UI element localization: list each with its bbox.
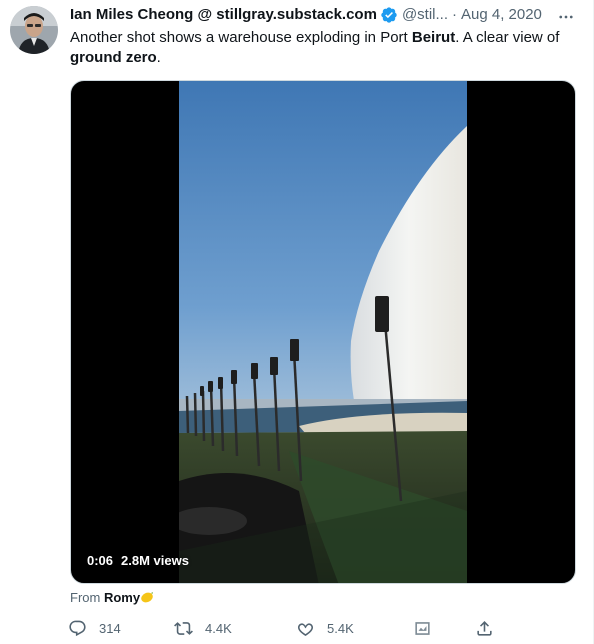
tweet-text: Another shot shows a warehouse exploding… — [70, 28, 570, 68]
share-icon — [475, 619, 494, 638]
like-button[interactable]: 5.4K — [296, 617, 354, 639]
tweet-header: Ian Miles Cheong @ stillgray.substack.co… — [70, 5, 542, 25]
tweet-text-part: Another shot shows a warehouse exploding… — [70, 29, 412, 46]
retweet-count: 4.4K — [205, 620, 232, 636]
author-display-name[interactable]: Ian Miles Cheong @ stillgray.substack.co… — [70, 5, 377, 25]
video-frame[interactable] — [179, 81, 467, 583]
tweet-card[interactable]: Ian Miles Cheong @ stillgray.substack.co… — [0, 0, 594, 644]
retweet-icon — [174, 619, 193, 638]
attribution-prefix: From — [70, 590, 101, 605]
tweet-text-bold: Beirut — [411, 29, 456, 46]
video-meta: 0:06 2.8M views — [87, 553, 189, 568]
video-views: 2.8M views — [121, 553, 189, 568]
verified-badge-icon — [380, 6, 398, 24]
video-duration: 0:06 — [87, 553, 114, 568]
tweet-date[interactable]: Aug 4, 2020 — [461, 5, 542, 25]
author-handle[interactable]: @stil... — [402, 5, 448, 25]
heart-icon — [296, 619, 315, 638]
lemon-icon — [140, 591, 154, 603]
attribution-user[interactable]: Romy — [104, 590, 140, 605]
more-options-icon[interactable] — [556, 7, 576, 27]
activity-chart-icon — [413, 619, 432, 638]
video-player[interactable]: 0:06 2.8M views — [70, 80, 576, 584]
tweet-text-part: . A clear view of — [455, 29, 560, 46]
tweet-text-bold: ground zero — [70, 49, 157, 66]
tweet-text-part: . — [156, 49, 161, 66]
reply-icon — [68, 619, 87, 638]
like-count: 5.4K — [327, 620, 354, 636]
tweet-actions: 314 4.4K 5.4K — [68, 617, 508, 639]
header-separator: · — [452, 6, 457, 23]
reply-count: 314 — [99, 620, 121, 636]
reply-button[interactable]: 314 — [68, 617, 121, 639]
author-avatar[interactable] — [10, 6, 58, 54]
retweet-button[interactable]: 4.4K — [174, 617, 232, 639]
share-button[interactable] — [475, 617, 494, 639]
media-attribution: From Romy — [70, 590, 154, 606]
tweet-activity-button[interactable] — [413, 617, 432, 639]
